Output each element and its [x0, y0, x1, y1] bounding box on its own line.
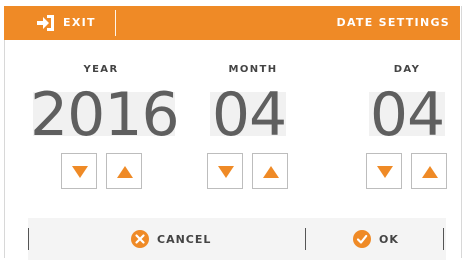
year-increment-button[interactable]: [106, 153, 142, 189]
check-icon: [353, 230, 371, 248]
day-increment-button[interactable]: [411, 153, 447, 189]
year-label: YEAR: [83, 64, 119, 75]
month-value: 04: [211, 80, 287, 150]
day-value: 04: [369, 80, 445, 150]
footer-divider-left: [28, 228, 29, 250]
header-divider: [115, 10, 116, 36]
triangle-up-icon: [422, 166, 438, 178]
month-decrement-button[interactable]: [207, 153, 243, 189]
footer-divider-right: [443, 228, 444, 250]
triangle-up-icon: [117, 166, 133, 178]
page-title: DATE SETTINGS: [336, 16, 450, 29]
header-bar: EXIT DATE SETTINGS: [4, 6, 460, 40]
triangle-down-icon: [72, 166, 88, 178]
cancel-icon: [131, 230, 149, 248]
triangle-down-icon: [218, 166, 234, 178]
day-label: DAY: [393, 64, 421, 75]
triangle-down-icon: [377, 166, 393, 178]
ok-label: OK: [379, 232, 399, 246]
month-label: MONTH: [228, 64, 278, 75]
day-decrement-button[interactable]: [366, 153, 402, 189]
year-decrement-button[interactable]: [61, 153, 97, 189]
exit-icon: [37, 15, 54, 31]
ok-button[interactable]: OK: [353, 228, 399, 250]
cancel-label: CANCEL: [157, 232, 212, 246]
cancel-button[interactable]: CANCEL: [131, 228, 211, 250]
year-value: 2016: [30, 80, 180, 150]
month-increment-button[interactable]: [252, 153, 288, 189]
exit-button[interactable]: EXIT: [4, 6, 112, 40]
footer-divider-middle: [305, 228, 306, 250]
triangle-up-icon: [263, 166, 279, 178]
exit-label: EXIT: [63, 16, 96, 29]
